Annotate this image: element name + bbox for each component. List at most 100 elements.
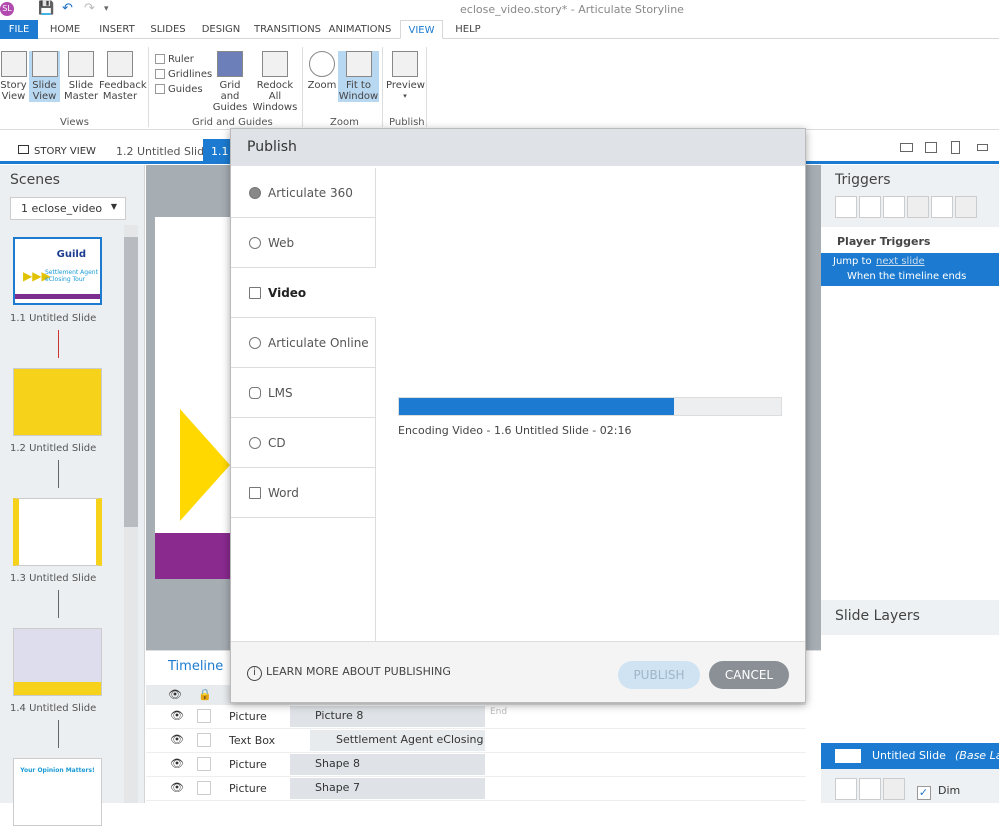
eye-icon[interactable]: 👁	[170, 709, 184, 722]
word-icon	[249, 487, 261, 499]
eye-icon[interactable]: 👁	[170, 733, 184, 746]
player-triggers-heading: Player Triggers	[837, 235, 931, 248]
slide-preview[interactable]	[155, 217, 230, 579]
scenes-scrollbar[interactable]	[124, 225, 138, 803]
timeline-bar[interactable]: Settlement Agent eClosing To...	[310, 730, 485, 751]
phone-icon[interactable]	[977, 144, 988, 151]
nav-video[interactable]: Video	[231, 268, 376, 318]
ruler-checkbox[interactable]: Ruler	[155, 54, 194, 65]
copy-icon[interactable]	[883, 196, 905, 218]
slide-thumbnail-1-4[interactable]	[13, 628, 102, 696]
tab-help[interactable]: HELP	[452, 20, 484, 39]
timeline-bar[interactable]: Shape 8	[290, 754, 485, 775]
duplicate-layer-icon[interactable]	[859, 778, 881, 800]
slide-layers-title: Slide Layers	[835, 608, 920, 624]
zoom-button[interactable]: Zoom	[307, 51, 337, 91]
guides-checkbox[interactable]: Guides	[155, 84, 203, 95]
slide-thumbnail-1-3[interactable]	[13, 498, 102, 566]
redock-all-windows-button[interactable]: Redock All Windows	[252, 51, 298, 113]
slide-thumbnail-1-2[interactable]	[13, 368, 102, 436]
base-layer-item[interactable]: Untitled Slide (Base Layer)	[821, 743, 999, 769]
paste-icon[interactable]	[907, 196, 929, 218]
lock-checkbox[interactable]	[197, 733, 211, 747]
lock-checkbox[interactable]	[197, 757, 211, 771]
timeline-bar[interactable]: Shape 7	[290, 778, 485, 799]
arrow-graphic	[180, 409, 230, 521]
group-label-views: Views	[60, 117, 89, 128]
scene-dropdown[interactable]: 1 eclose_video ▼	[10, 197, 126, 220]
desktop-icon[interactable]	[900, 143, 913, 152]
scenes-panel: Scenes 1 eclose_video ▼ Guild ▶▶▶ Settlem…	[0, 165, 145, 826]
timeline-row[interactable]: 👁 Picture Shape 8	[146, 753, 806, 777]
eye-icon[interactable]: 👁	[170, 757, 184, 770]
slide-view-icon	[31, 51, 58, 77]
slide-thumbnail-1-5[interactable]: Your Opinion Matters!	[13, 758, 102, 826]
save-icon[interactable]: 💾	[38, 1, 54, 16]
database-icon	[249, 387, 261, 399]
eye-icon[interactable]: 👁	[170, 781, 184, 794]
divider	[426, 47, 427, 127]
tab-home[interactable]: HOME	[46, 20, 84, 39]
customize-icon[interactable]: ▾	[104, 4, 109, 14]
publish-button[interactable]: PUBLISH	[618, 661, 700, 689]
delete-icon[interactable]	[931, 196, 953, 218]
slide-view-button[interactable]: Slide View	[29, 51, 60, 102]
tab-file[interactable]: FILE	[0, 20, 38, 39]
tab-design[interactable]: DESIGN	[200, 20, 242, 39]
gridlines-checkbox[interactable]: Gridlines	[155, 69, 212, 80]
nav-word[interactable]: Word	[231, 468, 375, 518]
eye-icon[interactable]: 👁	[168, 688, 182, 701]
progress-bar	[398, 397, 782, 416]
slide-label: 1.1 Untitled Slide	[10, 313, 97, 324]
learn-more-link[interactable]: i LEARN MORE ABOUT PUBLISHING	[247, 665, 451, 681]
slide-master-button[interactable]: Slide Master	[64, 51, 98, 102]
tab-view[interactable]: VIEW	[400, 20, 443, 39]
lock-checkbox[interactable]	[197, 709, 211, 723]
new-layer-icon[interactable]	[835, 778, 857, 800]
nav-articulate-online[interactable]: Articulate Online	[231, 318, 375, 368]
grid-and-guides-button[interactable]: Grid and Guides	[210, 51, 250, 113]
arrow	[58, 720, 59, 748]
move-up-icon[interactable]	[955, 196, 977, 218]
timeline-row[interactable]: 👁 Text Box Settlement Agent eClosing To.…	[146, 729, 806, 753]
trigger-item[interactable]: Jump to next slide When the timeline end…	[821, 253, 999, 286]
new-trigger-icon[interactable]	[835, 196, 857, 218]
publish-nav: Articulate 360 Web Video Articulate Onli…	[231, 168, 376, 643]
tab-animations[interactable]: ANIMATIONS	[328, 20, 392, 39]
slide-thumbnail-1-1[interactable]: Guild ▶▶▶ Settlement Agent eClosing Tour	[13, 237, 102, 305]
story-view-tab[interactable]: STORY VIEW	[18, 145, 96, 157]
edit-trigger-icon[interactable]	[859, 196, 881, 218]
dim-checkbox[interactable]: ✓	[916, 786, 931, 800]
app-logo: SL	[0, 2, 14, 16]
timeline-tab[interactable]: Timeline	[168, 659, 223, 674]
dialog-footer: i LEARN MORE ABOUT PUBLISHING PUBLISH CAN…	[231, 641, 805, 702]
tab-insert[interactable]: INSERT	[96, 20, 138, 39]
trigger-target-link[interactable]: next slide	[876, 256, 925, 267]
timeline-row[interactable]: 👁 Picture Picture 8	[146, 705, 806, 729]
nav-web[interactable]: Web	[231, 218, 375, 268]
preview-button[interactable]: Preview ▾	[386, 51, 425, 102]
tablet-portrait-icon[interactable]	[951, 141, 960, 154]
feedback-master-button[interactable]: Feedback Master	[99, 51, 147, 102]
fit-to-window-button[interactable]: Fit to Window	[338, 51, 379, 102]
tab-slides[interactable]: SLIDES	[148, 20, 188, 39]
timeline-bar[interactable]: Picture 8	[290, 706, 485, 727]
nav-lms[interactable]: LMS	[231, 368, 375, 418]
lock-checkbox[interactable]	[197, 781, 211, 795]
cancel-button[interactable]: CANCEL	[709, 661, 789, 689]
nav-cd[interactable]: CD	[231, 418, 375, 468]
delete-layer-icon[interactable]	[883, 778, 905, 800]
redo-icon[interactable]: ↷	[84, 1, 95, 16]
nav-articulate-360[interactable]: Articulate 360	[231, 168, 375, 218]
slide-tab-1-2[interactable]: 1.2 Untitled Slide	[116, 145, 211, 158]
story-view-button[interactable]: Story View	[0, 51, 27, 102]
ribbon: Story View Slide View Slide Master Feedb…	[0, 39, 999, 130]
undo-icon[interactable]: ↶	[62, 1, 73, 16]
slide-tab-1-1[interactable]: 1.1	[203, 139, 230, 164]
tablet-landscape-icon[interactable]	[925, 142, 937, 153]
lock-icon[interactable]: 🔒	[198, 688, 212, 701]
group-label-zoom: Zoom	[330, 117, 359, 128]
slide-label: 1.4 Untitled Slide	[10, 703, 97, 714]
timeline-row[interactable]: 👁 Picture Shape 7	[146, 777, 806, 801]
tab-transitions[interactable]: TRANSITIONS	[254, 20, 321, 39]
